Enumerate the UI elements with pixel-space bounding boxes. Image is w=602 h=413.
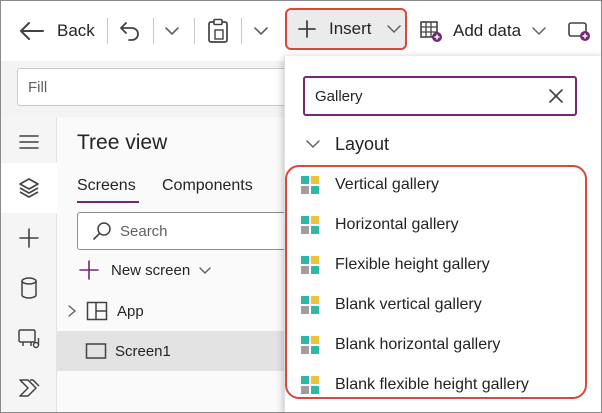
chevron-down-icon [306, 140, 320, 149]
data-rail-button[interactable] [1, 263, 57, 313]
command-bar: Back Insert Add data [1, 1, 601, 61]
plus-icon [19, 228, 39, 248]
tree-view-button[interactable] [1, 163, 57, 213]
undo-dropdown-button[interactable] [163, 1, 181, 61]
add-data-label: Add data [453, 21, 522, 40]
toolbar-divider [107, 18, 108, 44]
toolbar-divider [241, 18, 242, 44]
table-add-icon [420, 21, 442, 42]
tree-view-panel: Tree view Screens Components Search New … [57, 117, 307, 412]
chevron-down-icon [386, 25, 401, 34]
screen-icon [85, 343, 107, 359]
app-icon [86, 301, 108, 321]
new-screen-toolbar-button[interactable] [567, 1, 591, 61]
menu-item-label: Horizontal gallery [335, 216, 459, 233]
gallery-icon [301, 256, 319, 274]
paste-button[interactable] [207, 1, 229, 61]
menu-item-vertical-gallery[interactable]: Vertical gallery [301, 165, 439, 205]
gallery-icon [301, 216, 319, 234]
menu-button[interactable] [1, 117, 57, 167]
tree-item-label: App [117, 302, 144, 320]
media-rail-button[interactable] [1, 313, 57, 363]
gallery-icon [301, 376, 319, 394]
panel-title: Tree view [77, 131, 168, 154]
chevron-down-icon [532, 27, 546, 36]
menu-item-label: Blank horizontal gallery [335, 336, 501, 353]
tree-search-input[interactable]: Search [77, 212, 307, 250]
clipboard-icon [208, 18, 228, 43]
hamburger-menu-icon [19, 135, 39, 149]
insert-dropdown: Gallery Layout Vertical gallery Horizont… [284, 56, 601, 412]
chevron-down-icon [254, 27, 268, 36]
insert-search-input[interactable]: Gallery [303, 76, 577, 116]
insert-button[interactable]: Insert [285, 8, 407, 50]
tab-screens[interactable]: Screens [77, 177, 136, 195]
back-label: Back [57, 21, 95, 40]
screen-add-icon [568, 22, 590, 41]
search-icon [93, 222, 111, 240]
media-icon [18, 329, 40, 349]
menu-item-blank-horizontal-gallery[interactable]: Blank horizontal gallery [301, 325, 500, 365]
menu-item-flexible-height-gallery[interactable]: Flexible height gallery [301, 245, 490, 285]
active-tab-indicator [77, 201, 139, 203]
database-icon [21, 277, 37, 299]
plus-icon [79, 260, 99, 280]
undo-icon [120, 22, 139, 41]
new-screen-label: New screen [111, 261, 191, 279]
chevron-down-icon [199, 267, 211, 274]
tree-item-screen1[interactable]: Screen1 [57, 331, 287, 371]
chevron-down-icon [165, 27, 179, 36]
menu-item-horizontal-gallery[interactable]: Horizontal gallery [301, 205, 459, 245]
add-data-button[interactable]: Add data [419, 1, 547, 61]
toolbar-divider [153, 18, 154, 44]
gallery-icon [301, 176, 319, 194]
layers-icon [19, 178, 39, 198]
power-automate-rail-button[interactable] [1, 363, 57, 412]
plus-icon [298, 20, 316, 38]
search-placeholder: Search [120, 222, 168, 240]
back-button[interactable]: Back [19, 1, 95, 61]
arrow-left-icon [20, 22, 44, 40]
tab-components[interactable]: Components [162, 177, 253, 195]
menu-item-label: Blank vertical gallery [335, 296, 482, 313]
close-icon[interactable] [547, 87, 565, 105]
menu-item-label: Vertical gallery [335, 176, 440, 193]
app-window: Back Insert Add data Fill Tree view Scre… [0, 0, 602, 413]
tree-item-app[interactable]: App [57, 291, 287, 331]
flow-icon [19, 379, 40, 397]
layout-section-header[interactable]: Layout [305, 132, 389, 156]
property-value: Fill [28, 78, 48, 96]
gallery-icon [301, 336, 319, 354]
insert-rail-button[interactable] [1, 213, 57, 263]
insert-label: Insert [329, 19, 372, 38]
chevron-right-icon[interactable] [66, 304, 78, 318]
property-selector[interactable]: Fill [17, 68, 317, 106]
menu-item-blank-vertical-gallery[interactable]: Blank vertical gallery [301, 285, 482, 325]
menu-item-label: Blank flexible height gallery [335, 376, 529, 393]
tree-item-label: Screen1 [115, 342, 171, 360]
menu-item-label: Flexible height gallery [335, 256, 490, 273]
gallery-icon [301, 296, 319, 314]
paste-dropdown-button[interactable] [252, 1, 270, 61]
insert-search-value: Gallery [315, 87, 363, 105]
left-rail [1, 117, 57, 412]
new-screen-button[interactable]: New screen [79, 258, 212, 282]
section-label: Layout [335, 133, 390, 154]
menu-item-blank-flexible-height-gallery[interactable]: Blank flexible height gallery [301, 365, 529, 405]
toolbar-divider [194, 18, 195, 44]
undo-button[interactable] [118, 1, 142, 61]
